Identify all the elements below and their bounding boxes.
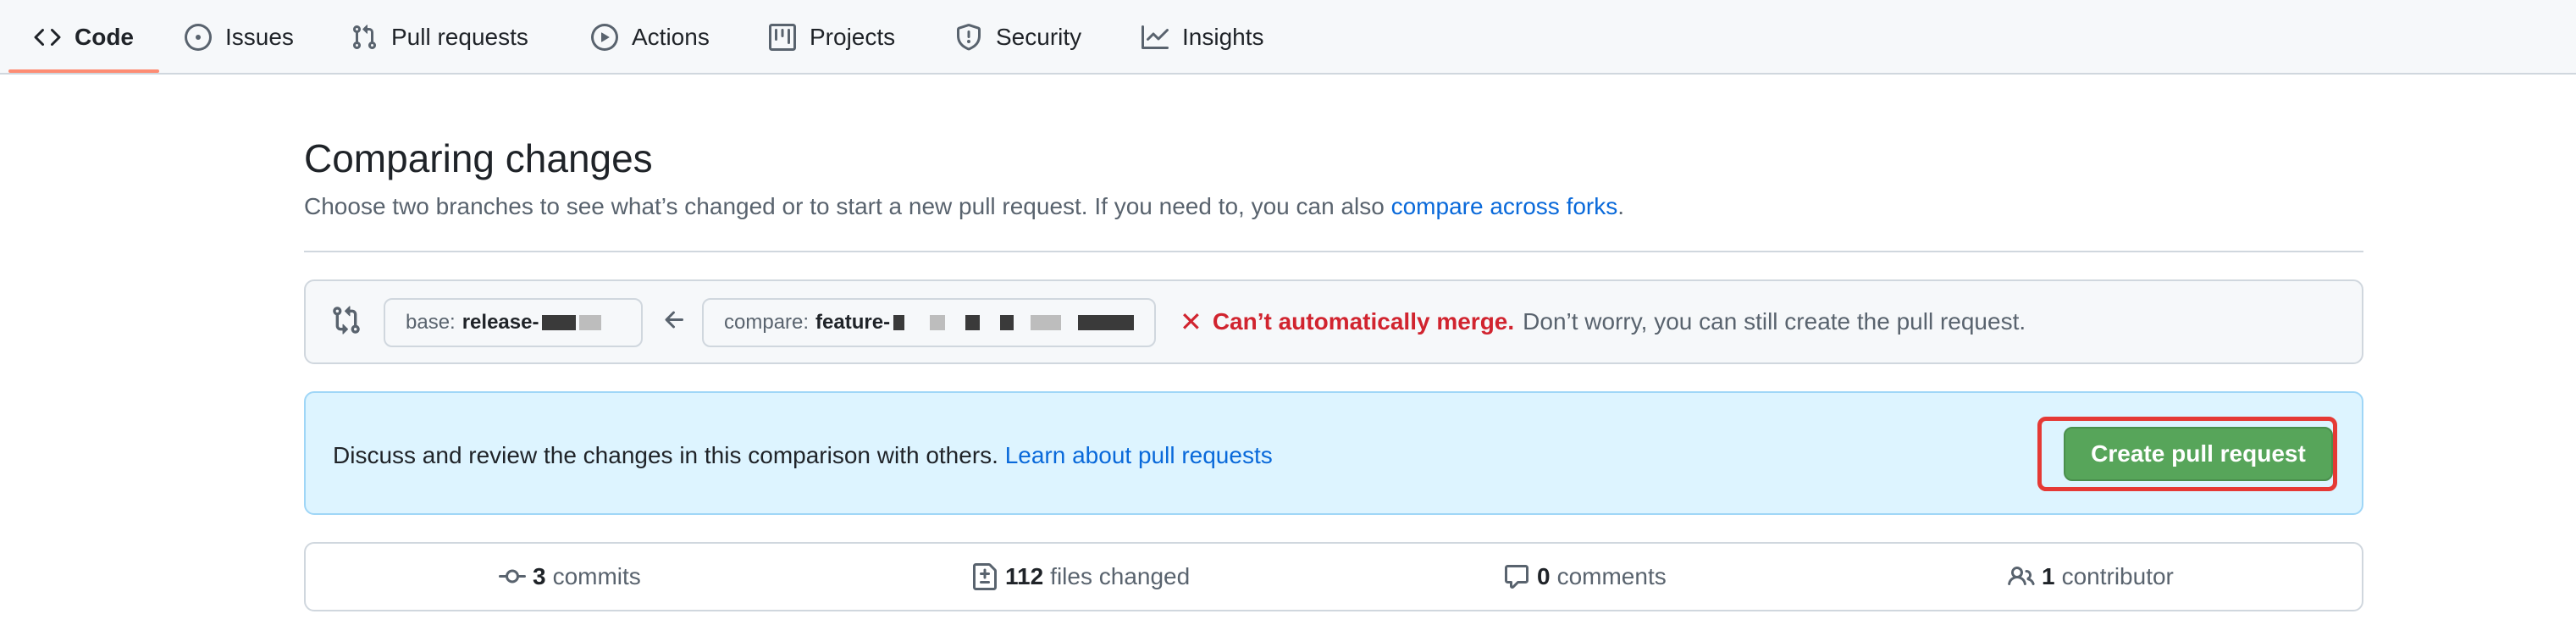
- files-changed-stat[interactable]: 112 files changed: [971, 544, 1190, 610]
- code-icon: [34, 28, 61, 47]
- people-icon: [2008, 566, 2035, 586]
- comments-stat[interactable]: 0 comments: [1503, 544, 1667, 610]
- arrow-left-icon: [665, 311, 683, 329]
- redacted-text: [999, 315, 1014, 330]
- tab-label: Issues: [225, 24, 294, 50]
- redacted-text: [1031, 315, 1062, 330]
- comment-icon: [1505, 565, 1528, 589]
- commits-count: 3: [533, 563, 546, 589]
- redacted-text: [965, 315, 980, 330]
- description-end: .: [1617, 193, 1625, 219]
- redacted-text: [893, 315, 905, 330]
- divider: [304, 251, 2363, 252]
- tab-label: Actions: [632, 24, 710, 50]
- play-icon: [591, 24, 618, 51]
- discuss-flash: Discuss and review the changes in this c…: [304, 391, 2363, 515]
- base-branch-name: release-: [462, 311, 539, 334]
- redacted-text: [930, 315, 946, 330]
- tab-label: Projects: [810, 24, 896, 50]
- page-title: Comparing changes: [304, 136, 653, 180]
- compare-range-bar: base: release- compare: feature- ✕ Can’t…: [304, 279, 2363, 364]
- redacted-text: [542, 315, 577, 330]
- table-icon: [769, 24, 796, 51]
- compare-stats-bar: 3 commits 112 files changed 0 comments 1…: [304, 542, 2363, 611]
- issue-icon: [185, 24, 212, 51]
- tab-label: Code: [75, 24, 134, 50]
- tab-label: Pull requests: [391, 24, 528, 50]
- contributors-stat[interactable]: 1 contributor: [2008, 544, 2174, 610]
- files-count: 112: [1005, 563, 1044, 589]
- create-pull-request-button[interactable]: Create pull request: [2064, 427, 2333, 481]
- pull-request-icon: [352, 25, 377, 50]
- tab-label: Security: [996, 24, 1082, 50]
- base-prefix: base:: [406, 311, 456, 334]
- merge-status-message: ✕ Can’t automatically merge. Don’t worry…: [1180, 308, 2026, 335]
- compare-across-forks-link[interactable]: compare across forks: [1391, 193, 1618, 219]
- contributors-label: contributor: [2061, 563, 2174, 589]
- comments-count: 0: [1537, 563, 1551, 589]
- tab-issues[interactable]: Issues: [185, 0, 294, 75]
- repo-tab-nav: Code Issues Pull requests Actions Projec…: [0, 0, 2576, 75]
- commit-icon: [499, 569, 526, 584]
- base-branch-selector[interactable]: base: release-: [384, 298, 643, 347]
- commits-stat[interactable]: 3 commits: [499, 544, 641, 610]
- merge-status: Can’t automatically merge.: [1212, 308, 1515, 335]
- discuss-message: Discuss and review the changes in this c…: [333, 442, 1005, 468]
- tab-insights[interactable]: Insights: [1142, 0, 1264, 75]
- contributors-count: 1: [2042, 563, 2055, 589]
- redacted-text: [579, 315, 602, 330]
- tab-projects[interactable]: Projects: [769, 0, 895, 75]
- selected-tab-indicator: [8, 69, 159, 73]
- compare-branch-selector[interactable]: compare: feature-: [702, 298, 1156, 347]
- compare-prefix: compare:: [724, 311, 810, 334]
- compare-branch-name: feature-: [815, 311, 891, 334]
- redacted-text: [1078, 315, 1134, 330]
- description-text: Choose two branches to see what’s change…: [304, 193, 1391, 219]
- discuss-text: Discuss and review the changes in this c…: [333, 442, 1273, 469]
- merge-note: Don’t worry, you can still create the pu…: [1523, 308, 2026, 335]
- file-diff-icon: [973, 563, 997, 590]
- git-compare-icon: [333, 306, 360, 335]
- learn-about-pull-requests-link[interactable]: Learn about pull requests: [1005, 442, 1273, 468]
- tab-actions[interactable]: Actions: [591, 0, 710, 75]
- shield-icon: [957, 24, 981, 51]
- tab-pull-requests[interactable]: Pull requests: [351, 0, 528, 75]
- files-label: files changed: [1050, 563, 1191, 589]
- page-description: Choose two branches to see what’s change…: [304, 193, 1624, 220]
- graph-icon: [1142, 25, 1169, 49]
- commits-label: commits: [552, 563, 641, 589]
- tab-code[interactable]: Code: [34, 0, 134, 75]
- x-icon: ✕: [1180, 307, 1202, 337]
- tab-security[interactable]: Security: [955, 0, 1081, 75]
- comments-label: comments: [1556, 563, 1667, 589]
- tab-label: Insights: [1182, 24, 1264, 50]
